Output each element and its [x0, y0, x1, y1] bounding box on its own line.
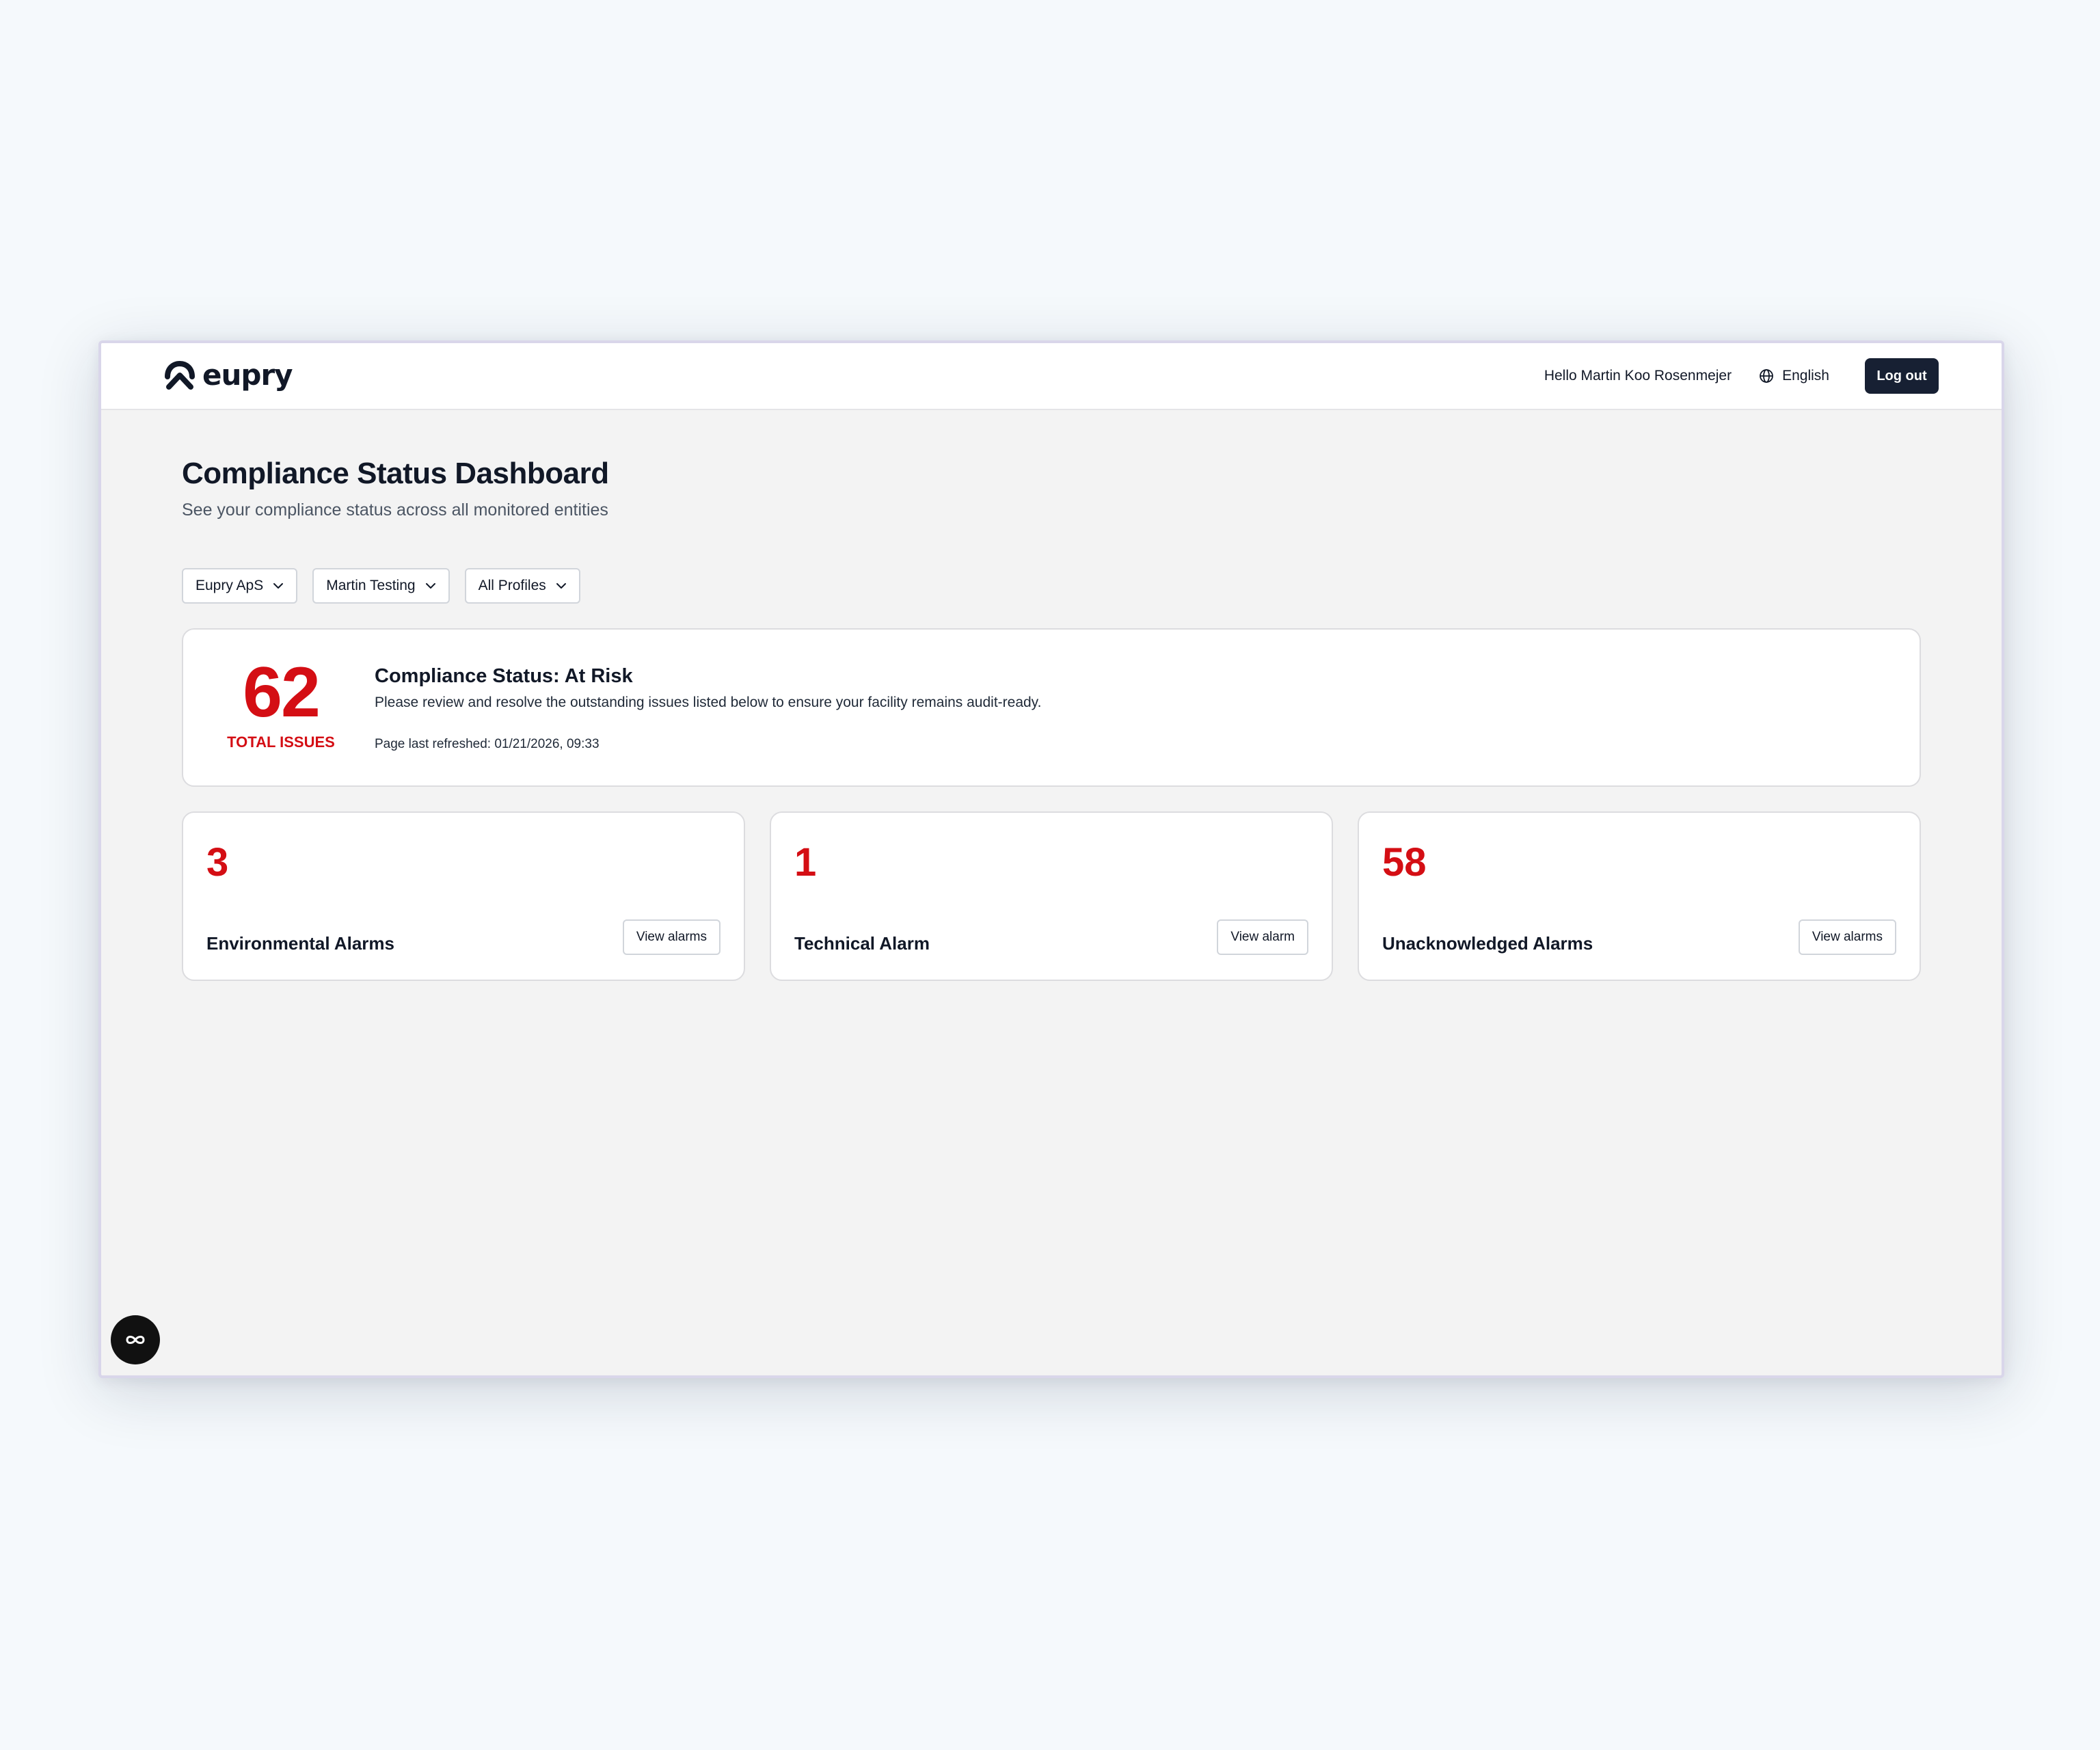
- alarm-label: Unacknowledged Alarms: [1382, 933, 1593, 954]
- app-window: eupry Hello Martin Koo Rosenmejer Englis…: [98, 340, 2004, 1378]
- filter-company-dropdown[interactable]: Eupry ApS: [182, 568, 298, 604]
- floating-action-button[interactable]: [111, 1315, 160, 1364]
- eupry-logo[interactable]: eupry: [164, 358, 293, 392]
- page-subtitle: See your compliance status across all mo…: [182, 500, 608, 520]
- main-content: Compliance Status Dashboard See your com…: [182, 409, 1921, 981]
- environmental-alarms-card: 3 Environmental Alarms View alarms: [182, 811, 745, 981]
- view-technical-alarm-button[interactable]: View alarm: [1217, 919, 1308, 955]
- page-title: Compliance Status Dashboard: [182, 457, 609, 490]
- chevron-down-icon: [556, 582, 567, 589]
- technical-alarm-card: 1 Technical Alarm View alarm: [770, 811, 1333, 981]
- chevron-down-icon: [273, 582, 284, 589]
- filter-profile-dropdown[interactable]: All Profiles: [464, 568, 580, 604]
- filter-label: Martin Testing: [326, 578, 416, 593]
- alarm-count: 58: [1382, 840, 1427, 885]
- alarm-count: 3: [206, 840, 229, 885]
- alarm-label: Technical Alarm: [794, 933, 930, 954]
- compliance-status-title: Compliance Status: At Risk: [375, 665, 633, 687]
- alarm-cards: 3 Environmental Alarms View alarms 1 Tec…: [182, 811, 1921, 981]
- filter-bar: Eupry ApS Martin Testing All Profiles: [182, 568, 1921, 604]
- filter-site-dropdown[interactable]: Martin Testing: [312, 568, 450, 604]
- brand-name: eupry: [202, 358, 293, 392]
- view-environmental-alarms-button[interactable]: View alarms: [622, 919, 721, 955]
- total-issues: 62 TOTAL ISSUES: [223, 657, 339, 751]
- filter-label: All Profiles: [478, 578, 546, 593]
- logout-button[interactable]: Log out: [1865, 358, 1939, 394]
- unacknowledged-alarms-card: 58 Unacknowledged Alarms View alarms: [1358, 811, 1921, 981]
- compliance-summary-card: 62 TOTAL ISSUES Compliance Status: At Ri…: [182, 628, 1921, 787]
- user-greeting: Hello Martin Koo Rosenmejer: [1544, 368, 1732, 383]
- eupry-logo-icon: [164, 360, 196, 390]
- top-navigation-bar: eupry Hello Martin Koo Rosenmejer Englis…: [101, 343, 2002, 410]
- globe-icon: [1759, 368, 1774, 383]
- filter-label: Eupry ApS: [196, 578, 264, 593]
- compliance-status-text: Compliance Status: At Risk Please review…: [375, 665, 1041, 752]
- language-label: English: [1782, 368, 1829, 383]
- user-controls: Hello Martin Koo Rosenmejer English Log …: [1544, 358, 1939, 394]
- alarm-count: 1: [794, 840, 817, 885]
- alarm-label: Environmental Alarms: [206, 933, 395, 954]
- last-refreshed: Page last refreshed: 01/21/2026, 09:33: [375, 737, 600, 751]
- chevron-down-icon: [425, 582, 436, 589]
- compliance-status-description: Please review and resolve the outstandin…: [375, 695, 1042, 710]
- total-issues-label: TOTAL ISSUES: [227, 733, 335, 751]
- language-selector[interactable]: English: [1759, 368, 1829, 384]
- infinity-icon: [124, 1333, 147, 1347]
- view-unacknowledged-alarms-button[interactable]: View alarms: [1798, 919, 1896, 955]
- total-issues-count: 62: [243, 653, 321, 732]
